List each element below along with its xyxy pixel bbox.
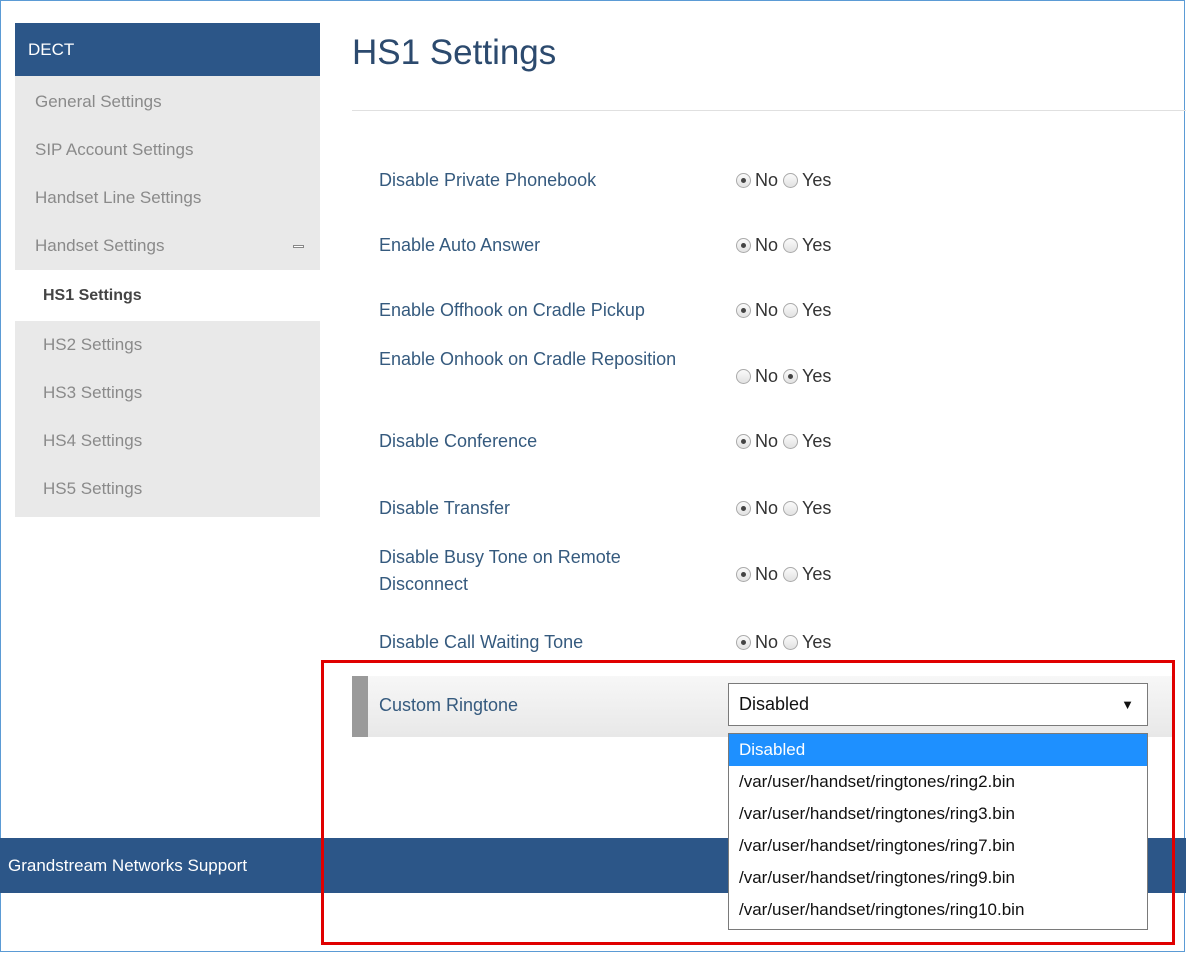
dropdown-option[interactable]: /var/user/handset/ringtones/ring3.bin: [729, 798, 1147, 830]
radio-yes[interactable]: [783, 434, 799, 449]
radio-group: No Yes: [736, 366, 836, 387]
radio-no[interactable]: [736, 635, 751, 650]
sidebar-item-sip-account-settings[interactable]: SIP Account Settings: [15, 126, 320, 174]
collapse-icon[interactable]: [293, 245, 304, 248]
sidebar-item-hs5-settings[interactable]: HS5 Settings: [15, 465, 320, 513]
sidebar-menu: General Settings SIP Account Settings Ha…: [15, 76, 320, 270]
radio-no[interactable]: [736, 434, 751, 449]
setting-label: Disable Conference: [379, 431, 538, 451]
radio-no-label: No: [755, 632, 779, 652]
radio-yes-label: Yes: [802, 564, 832, 584]
sidebar: DECT General Settings SIP Account Settin…: [15, 23, 320, 517]
setting-label: Disable Private Phonebook: [379, 170, 597, 190]
radio-group: No Yes: [736, 564, 836, 585]
radio-no-label: No: [755, 431, 779, 451]
radio-yes[interactable]: [783, 303, 799, 318]
radio-yes[interactable]: [783, 173, 799, 188]
setting-label: Disable Call Waiting Tone: [379, 632, 584, 652]
radio-group: No Yes: [736, 498, 836, 519]
setting-label: Enable Auto Answer: [379, 235, 541, 255]
radio-no[interactable]: [736, 567, 751, 582]
setting-label: Custom Ringtone: [379, 695, 519, 715]
sidebar-item-handset-settings[interactable]: Handset Settings: [15, 222, 320, 270]
radio-yes-label: Yes: [802, 300, 832, 320]
custom-ringtone-select[interactable]: Disabled ▼: [728, 683, 1148, 726]
setting-label: Disable Transfer: [379, 498, 511, 518]
radio-group: No Yes: [736, 235, 836, 256]
sidebar-header: DECT: [15, 23, 320, 76]
sidebar-item-handset-line-settings[interactable]: Handset Line Settings: [15, 174, 320, 222]
ringtone-options-list: Disabled /var/user/handset/ringtones/rin…: [728, 733, 1148, 930]
title-divider: [352, 110, 1186, 111]
dropdown-option[interactable]: /var/user/handset/ringtones/ring10.bin: [729, 894, 1147, 926]
radio-yes-label: Yes: [802, 366, 832, 386]
radio-group: No Yes: [736, 300, 836, 321]
setting-label: Enable Offhook on Cradle Pickup: [379, 300, 645, 320]
radio-yes-label: Yes: [802, 431, 832, 451]
radio-no-label: No: [755, 170, 779, 190]
radio-no-label: No: [755, 235, 779, 255]
radio-yes[interactable]: [783, 635, 799, 650]
dropdown-arrow-icon: ▼: [1121, 697, 1134, 712]
row-indicator-bar: [352, 676, 368, 737]
radio-group: No Yes: [736, 632, 836, 653]
dropdown-option[interactable]: /var/user/handset/ringtones/ring9.bin: [729, 862, 1147, 894]
page-title: HS1 Settings: [352, 33, 557, 72]
sidebar-item-hs3-settings[interactable]: HS3 Settings: [15, 369, 320, 417]
footer-support-link[interactable]: Grandstream Networks Support: [8, 838, 247, 893]
dropdown-option[interactable]: Disabled: [729, 734, 1147, 766]
dropdown-option[interactable]: /var/user/handset/ringtones/ring7.bin: [729, 830, 1147, 862]
sidebar-submenu: HS2 Settings HS3 Settings HS4 Settings H…: [15, 321, 320, 517]
radio-no[interactable]: [736, 238, 751, 253]
radio-yes[interactable]: [783, 369, 799, 384]
radio-no-label: No: [755, 564, 779, 584]
radio-yes-label: Yes: [802, 170, 832, 190]
setting-row-custom-ringtone: Custom Ringtone Disabled ▼: [352, 676, 1172, 737]
setting-label: Disable Busy Tone on Remote Disconnect: [379, 547, 621, 594]
radio-yes-label: Yes: [802, 632, 832, 652]
sidebar-item-hs2-settings[interactable]: HS2 Settings: [15, 321, 320, 369]
radio-no[interactable]: [736, 501, 751, 516]
radio-yes-label: Yes: [802, 235, 832, 255]
radio-group: No Yes: [736, 170, 836, 191]
radio-no[interactable]: [736, 173, 751, 188]
select-value: Disabled: [739, 694, 810, 714]
radio-yes-label: Yes: [802, 498, 832, 518]
radio-no[interactable]: [736, 303, 751, 318]
radio-yes[interactable]: [783, 501, 799, 516]
sidebar-item-general-settings[interactable]: General Settings: [15, 78, 320, 126]
radio-no-label: No: [755, 498, 779, 518]
radio-no-label: No: [755, 300, 779, 320]
dropdown-option[interactable]: /var/user/handset/ringtones/ring2.bin: [729, 766, 1147, 798]
radio-no-label: No: [755, 366, 779, 386]
radio-no[interactable]: [736, 369, 751, 384]
radio-yes[interactable]: [783, 238, 799, 253]
setting-label: Enable Onhook on Cradle Reposition: [379, 349, 677, 369]
sidebar-item-hs1-settings[interactable]: HS1 Settings: [15, 270, 320, 321]
sidebar-item-hs4-settings[interactable]: HS4 Settings: [15, 417, 320, 465]
radio-yes[interactable]: [783, 567, 799, 582]
sidebar-item-label: Handset Settings: [35, 236, 165, 255]
radio-group: No Yes: [736, 431, 836, 452]
